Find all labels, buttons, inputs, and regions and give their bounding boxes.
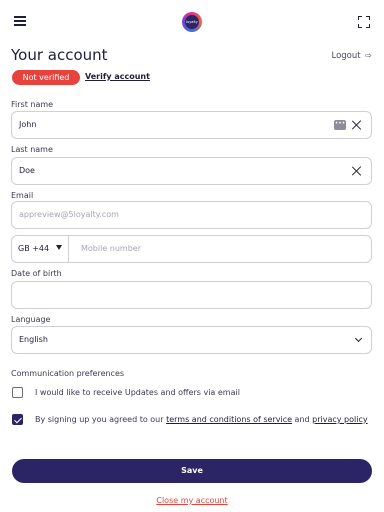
language-select[interactable]: English — [11, 326, 372, 354]
terms-link[interactable]: terms and conditions of service — [166, 415, 292, 424]
logout-label: Logout — [331, 51, 361, 61]
email-field[interactable]: appreview@5loyalty.com — [11, 201, 372, 229]
caret-down-icon — [56, 245, 62, 250]
verify-account-link[interactable]: Verify account — [85, 72, 150, 81]
country-code-value: GB +44 — [18, 244, 50, 253]
country-code-select[interactable]: GB +44 — [12, 236, 69, 262]
logout-icon: ⇨ — [365, 51, 372, 60]
clear-first-name-icon[interactable] — [352, 120, 362, 130]
language-value: English — [19, 335, 48, 344]
communication-preferences-title: Communication preferences — [11, 369, 125, 378]
dob-label: Date of birth — [11, 269, 62, 278]
last-name-field[interactable]: Doe — [11, 157, 372, 185]
terms-prefix: By signing up you agreed to our — [35, 415, 167, 424]
mobile-number-input[interactable]: Mobile number — [81, 244, 141, 253]
marketing-checkbox-label: I would like to receive Updates and offe… — [35, 388, 240, 397]
marketing-checkbox[interactable] — [12, 387, 23, 398]
autofill-dots-icon[interactable]: ••• — [334, 120, 346, 130]
status-badge: Not verified — [12, 70, 80, 85]
close-account-link[interactable]: Close my account — [0, 496, 384, 505]
fullscreen-icon[interactable] — [358, 16, 370, 28]
logout-button[interactable]: Logout ⇨ — [331, 51, 372, 61]
save-button[interactable]: Save — [12, 459, 372, 483]
app-logo: loyalty — [182, 12, 202, 32]
last-name-label: Last name — [11, 145, 53, 154]
first-name-value: John — [19, 120, 37, 129]
terms-middle: and — [292, 415, 313, 424]
logo-text: loyalty — [185, 15, 199, 29]
first-name-label: First name — [11, 100, 54, 109]
language-label: Language — [11, 315, 51, 324]
privacy-policy-link[interactable]: privacy policy — [312, 415, 367, 424]
dob-field[interactable] — [11, 281, 372, 309]
phone-field: GB +44 Mobile number — [11, 235, 372, 263]
hamburger-menu-icon[interactable] — [14, 16, 26, 26]
chevron-down-icon — [354, 334, 363, 343]
email-placeholder: appreview@5loyalty.com — [19, 210, 119, 219]
last-name-value: Doe — [19, 166, 35, 175]
page-title: Your account — [11, 46, 108, 64]
terms-checkbox-label: By signing up you agreed to our terms an… — [35, 415, 368, 424]
clear-last-name-icon[interactable] — [352, 166, 362, 176]
terms-checkbox[interactable] — [12, 414, 23, 425]
email-label: Email — [11, 191, 34, 200]
top-bar: loyalty — [0, 0, 384, 44]
first-name-field[interactable]: John ••• — [11, 111, 372, 139]
